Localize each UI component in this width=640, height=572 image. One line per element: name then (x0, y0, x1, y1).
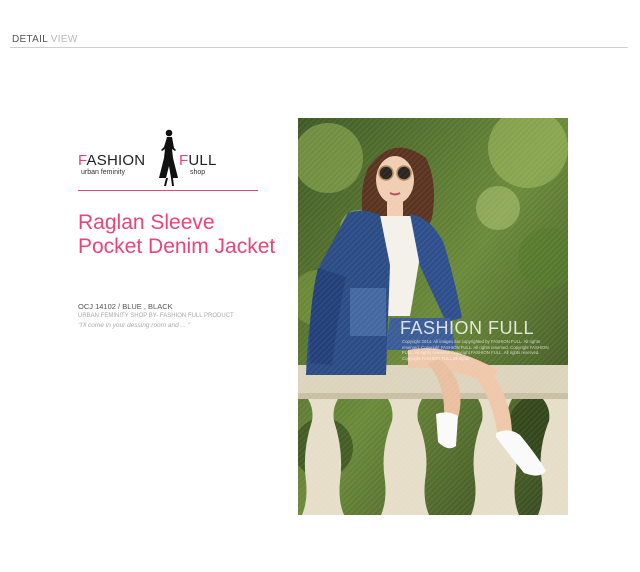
product-photo: FASHION FULL Copyright 2014. All images … (298, 118, 568, 515)
header-primary: DETAIL (12, 34, 48, 45)
header-divider (10, 47, 628, 48)
logo-word-right: FULL (179, 152, 217, 169)
model-photo-illustration (298, 118, 568, 515)
photo-watermark-title: FASHION FULL (400, 318, 535, 338)
shop-line: URBAN FEMINITY SHOP BY- FASHION FULL PRO… (78, 313, 234, 319)
logo-tagline-right: shop (190, 169, 206, 176)
logo-tagline-left: urban feminity (81, 169, 125, 176)
product-title: Raglan Sleeve Pocket Denim Jacket (78, 211, 276, 258)
accent-divider (78, 190, 258, 191)
logo-word-left: FASHION (78, 152, 146, 169)
header-secondary: VIEW (50, 34, 78, 45)
section-header: DETAIL VIEW (12, 34, 78, 45)
product-quote: "I'll come in your dessing room and ... … (78, 322, 191, 329)
product-code: OCJ 14102 / BLUE , BLACK (78, 302, 173, 311)
brand-logo: FASHION FULL urban feminity shop (78, 128, 228, 188)
photo-watermark-text: Copyright 2014. All images are copyright… (402, 339, 549, 361)
